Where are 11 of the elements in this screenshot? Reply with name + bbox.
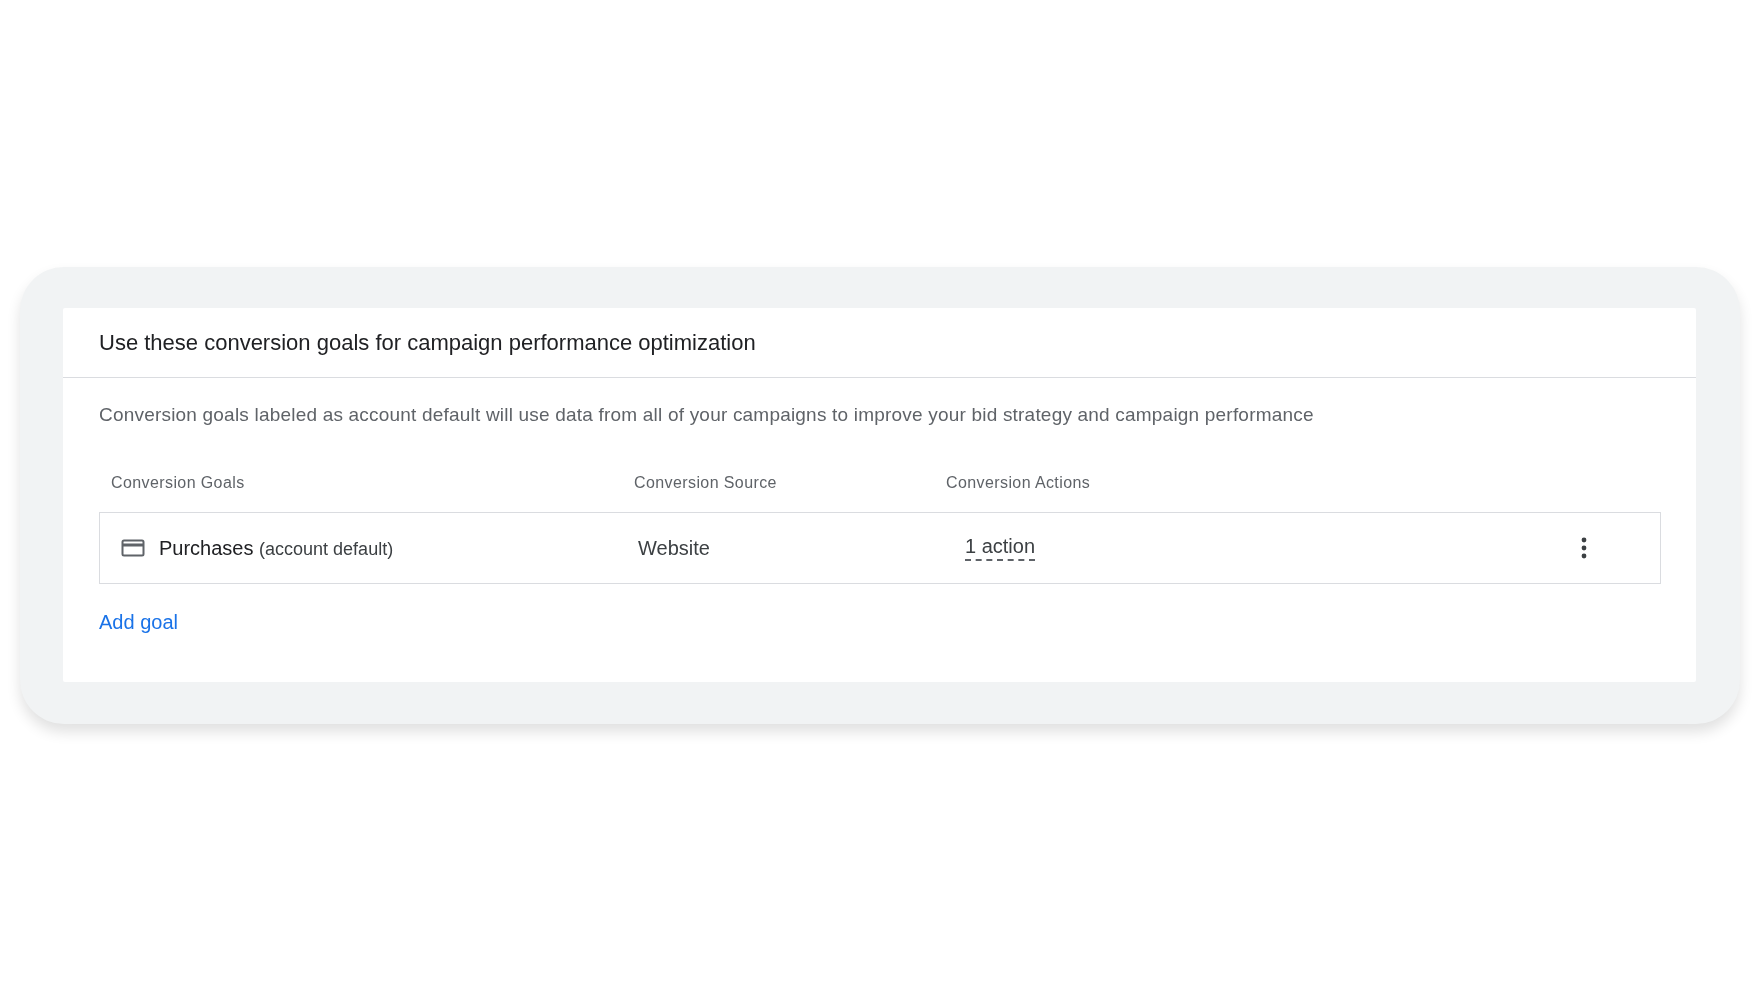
actions-link[interactable]: 1 action bbox=[965, 535, 1036, 561]
column-header: Conversion Goals bbox=[111, 474, 246, 492]
column-header: Conversion Actions bbox=[946, 474, 1092, 492]
add-goal-link[interactable]: Add goal bbox=[99, 611, 178, 634]
more-options-icon[interactable] bbox=[1580, 535, 1588, 561]
source-text: Website bbox=[638, 536, 711, 560]
goal-name: Purchases (account default) bbox=[159, 536, 394, 560]
description-text: Conversion goals labeled as account default will use data from all of your campaigns to improve your bid strategy and campaign performance bbox=[99, 404, 1315, 426]
column-header: Conversion Source bbox=[634, 474, 778, 492]
credit-card-icon bbox=[121, 539, 145, 557]
card-title: Use these conversion goals for campaign performance optimization bbox=[99, 329, 756, 356]
